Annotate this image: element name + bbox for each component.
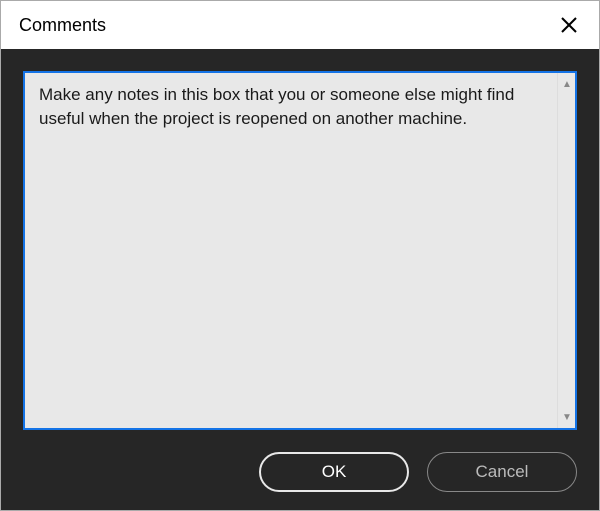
ok-button[interactable]: OK: [259, 452, 409, 492]
scrollbar[interactable]: ▲ ▼: [557, 73, 575, 428]
button-row: OK Cancel: [23, 452, 577, 492]
dialog-title: Comments: [19, 15, 106, 36]
scroll-down-icon: ▼: [558, 408, 576, 426]
close-icon: [560, 16, 578, 34]
comments-dialog: Comments Make any notes in this box that…: [0, 0, 600, 511]
close-button[interactable]: [555, 11, 583, 39]
titlebar: Comments: [1, 1, 599, 49]
comments-textarea-container: Make any notes in this box that you or s…: [23, 71, 577, 430]
dialog-body: Make any notes in this box that you or s…: [1, 49, 599, 510]
comments-textarea[interactable]: Make any notes in this box that you or s…: [25, 73, 557, 428]
cancel-button[interactable]: Cancel: [427, 452, 577, 492]
scroll-up-icon: ▲: [558, 75, 576, 93]
